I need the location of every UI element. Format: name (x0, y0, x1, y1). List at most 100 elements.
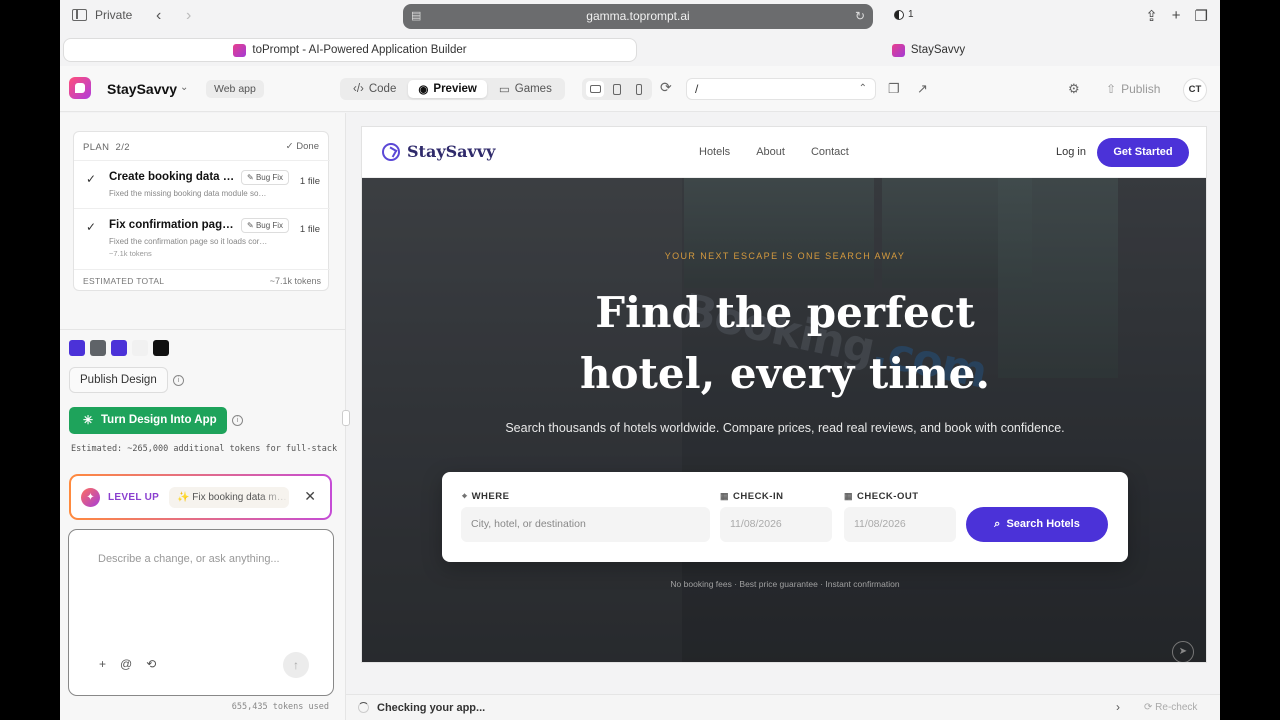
view-mode-switcher: ‹/› Code ◉ Preview ▭ Games (340, 78, 565, 100)
hero-title-line: Find the perfect (595, 288, 975, 337)
plan-item-files: 1 file (299, 176, 320, 187)
panel-divider (60, 329, 346, 330)
swatch-light[interactable] (132, 340, 148, 356)
hotel-search-form: ⌖ WHERE City, hotel, or destination ▦ CHEC… (442, 472, 1128, 562)
panel-resize-handle[interactable] (342, 410, 350, 426)
swatch-primary[interactable] (69, 340, 85, 356)
share-icon[interactable]: ⇪ (1145, 7, 1158, 25)
hero-section: Booking.com YOUR NEXT ESCAPE IS ONE SEAR… (362, 178, 1206, 662)
map-pin-icon: ⌖ (462, 491, 468, 501)
tablet-icon (613, 83, 621, 95)
close-icon[interactable]: ✕ (304, 488, 316, 505)
device-switcher (582, 78, 652, 100)
plan-total-label: ESTIMATED TOTAL (83, 276, 165, 286)
app-window: Private ‹ › ▤ gamma.toprompt.ai ↻ 1 ⇪ + … (60, 0, 1220, 720)
mobile-view-button[interactable] (630, 81, 648, 97)
phone-icon (636, 83, 642, 95)
gear-icon[interactable]: ⚙ (1068, 81, 1080, 97)
plan-item-desc: Fixed the confirmation page so it loads … (109, 237, 268, 246)
plan-item-title: Create booking data u… (109, 171, 237, 183)
nav-link-hotels[interactable]: Hotels (699, 146, 730, 158)
hero-eyebrow: YOUR NEXT ESCAPE IS ONE SEARCH AWAY (664, 251, 906, 261)
plan-item[interactable]: ✓ Fix confirmation page… ✎ Bug Fix 1 fil… (74, 208, 330, 269)
publish-label: Publish (1121, 82, 1161, 96)
history-icon[interactable]: ⟲ (146, 657, 156, 671)
status-text: Checking your app... (377, 702, 486, 714)
privacy-shield[interactable]: 1 (894, 9, 914, 20)
level-up-banner: ✦ LEVEL UP ✨ Fix booking data m… ✕ (69, 474, 332, 520)
checkout-label: ▦ CHECK-OUT (844, 491, 919, 502)
copy-icon[interactable]: ❐ (888, 81, 900, 97)
tab-preview[interactable]: ◉ Preview (408, 80, 487, 98)
shield-count: 1 (908, 9, 914, 20)
get-started-button[interactable]: Get Started (1097, 138, 1189, 167)
eye-icon: ◉ (418, 84, 429, 96)
compass-icon[interactable] (382, 143, 400, 161)
plus-icon[interactable]: + (99, 657, 106, 671)
level-up-suggestion[interactable]: ✨ Fix booking data m… (169, 487, 289, 508)
open-external-icon[interactable]: ↗ (917, 81, 928, 97)
info-icon[interactable]: i (232, 415, 243, 426)
login-link[interactable]: Log in (1056, 146, 1086, 158)
private-indicator[interactable]: Private (72, 8, 132, 22)
desktop-view-button[interactable] (586, 81, 604, 97)
send-button[interactable]: ↑ (283, 652, 309, 678)
tab-games[interactable]: ▭ Games (489, 80, 562, 98)
new-tab-icon[interactable]: + (1172, 7, 1181, 25)
address-bar[interactable]: ▤ gamma.toprompt.ai ↻ (403, 4, 873, 29)
monitor-icon (589, 85, 601, 93)
plan-progress: 2/2 (115, 142, 130, 153)
tab-toprompt[interactable]: toPrompt - AI-Powered Application Builde… (63, 38, 637, 62)
cursor-icon[interactable]: ➤ (1172, 641, 1194, 662)
publish-button[interactable]: ⇧ Publish (1106, 82, 1160, 96)
tab-staysavvy[interactable]: StaySavvy (640, 38, 1217, 62)
swatch-secondary[interactable] (90, 340, 106, 356)
check-icon: ✓ (86, 220, 97, 234)
publish-design-button[interactable]: Publish Design (69, 367, 168, 393)
recheck-button[interactable]: ⟳ Re-check (1144, 702, 1197, 713)
page-icon: ▤ (411, 10, 422, 22)
plan-total-value: ~7.1k tokens (269, 276, 321, 286)
nav-link-about[interactable]: About (756, 146, 785, 158)
chevron-up-icon[interactable]: ⌃ (859, 79, 867, 99)
site-brand[interactable]: StaySavvy (407, 142, 495, 161)
sidebar-toggle-icon (72, 9, 87, 21)
calendar-icon: ▦ (720, 491, 730, 501)
hero-subtitle: Search thousands of hotels worldwide. Co… (505, 421, 1065, 435)
chevron-right-icon[interactable]: › (1116, 700, 1120, 714)
swatch-dark[interactable] (153, 340, 169, 356)
toprompt-logo-icon[interactable] (69, 77, 91, 99)
tab-code[interactable]: ‹/› Code (343, 80, 406, 98)
plan-item[interactable]: ✓ Create booking data u… ✎ Bug Fix 1 fil… (74, 160, 330, 208)
nav-link-contact[interactable]: Contact (811, 146, 849, 158)
level-up-label: LEVEL UP (108, 492, 160, 503)
upload-icon: ⇧ (1106, 82, 1117, 96)
swatch-accent[interactable] (111, 340, 127, 356)
checkin-date-input[interactable]: 11/08/2026 (720, 507, 832, 542)
tab-overview-icon[interactable]: ❐ (1195, 7, 1208, 25)
destination-input[interactable]: City, hotel, or destination (461, 507, 710, 542)
back-icon[interactable]: ‹ (156, 7, 161, 25)
private-label: Private (95, 8, 133, 22)
search-hotels-label: Search Hotels (1006, 518, 1080, 530)
forward-icon[interactable]: › (186, 7, 191, 25)
avatar[interactable]: CT (1183, 78, 1207, 102)
tablet-view-button[interactable] (608, 81, 626, 97)
search-hotels-button[interactable]: ⌕ Search Hotels (966, 507, 1108, 542)
reload-icon[interactable]: ↻ (855, 4, 865, 29)
sparkle-icon: ✳ (83, 413, 94, 427)
checkout-date-input[interactable]: 11/08/2026 (844, 507, 956, 542)
tab-code-label: Code (368, 83, 397, 95)
chevron-down-icon[interactable]: ⌄ (180, 82, 188, 93)
plan-item-tokens: ~7.1k tokens (109, 249, 152, 258)
preview-path-input[interactable]: / ⌃ (686, 78, 876, 100)
refresh-preview-icon[interactable]: ⟳ (660, 79, 672, 96)
info-icon[interactable]: i (173, 375, 184, 386)
check-icon: ✓ (86, 172, 97, 186)
hero-title-line: hotel, every time. (579, 349, 990, 398)
mention-icon[interactable]: @ (120, 657, 132, 671)
turn-design-into-app-button[interactable]: ✳ Turn Design Into App (69, 407, 227, 434)
project-name[interactable]: StaySavvy (107, 81, 177, 97)
gamepad-icon: ▭ (498, 84, 510, 96)
chat-composer[interactable]: Describe a change, or ask anything... + … (68, 529, 334, 696)
